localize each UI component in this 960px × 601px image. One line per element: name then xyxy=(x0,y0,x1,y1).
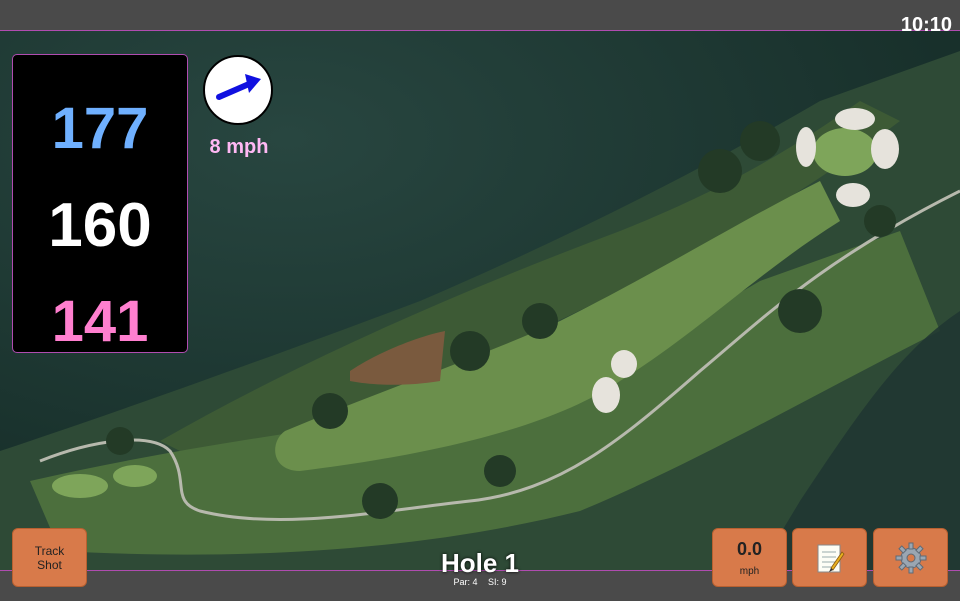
top-status-bar: 10:10 xyxy=(0,0,960,36)
course-map[interactable]: 177 160 141 8 mph xyxy=(0,31,960,570)
speed-button[interactable]: 0.0 mph xyxy=(712,528,787,587)
distance-middle: 160 xyxy=(48,191,152,260)
track-shot-label-line2: Shot xyxy=(37,557,62,572)
distance-panel: 177 160 141 xyxy=(12,54,188,353)
wind-speed-label: 8 mph xyxy=(209,136,269,158)
hole-title: Hole 1 xyxy=(440,548,520,578)
distance-back: 177 xyxy=(51,96,149,161)
wind-indicator xyxy=(203,55,273,125)
notes-button[interactable] xyxy=(792,528,867,587)
hole-info: Par: 4 SI: 9 xyxy=(400,577,560,587)
speed-unit: mph xyxy=(739,565,760,577)
distance-front: 141 xyxy=(51,289,149,354)
notepad-icon xyxy=(817,544,845,572)
speed-value: 0.0 xyxy=(736,538,763,559)
wind-arrow-icon xyxy=(216,74,261,100)
hole-par: Par: 4 xyxy=(453,577,478,587)
track-shot-label-line1: Track xyxy=(34,543,65,558)
hole-stroke-index: SI: 9 xyxy=(488,577,507,587)
settings-button[interactable] xyxy=(873,528,948,587)
gear-icon xyxy=(895,542,926,573)
track-shot-button[interactable]: Track Shot xyxy=(12,528,87,587)
